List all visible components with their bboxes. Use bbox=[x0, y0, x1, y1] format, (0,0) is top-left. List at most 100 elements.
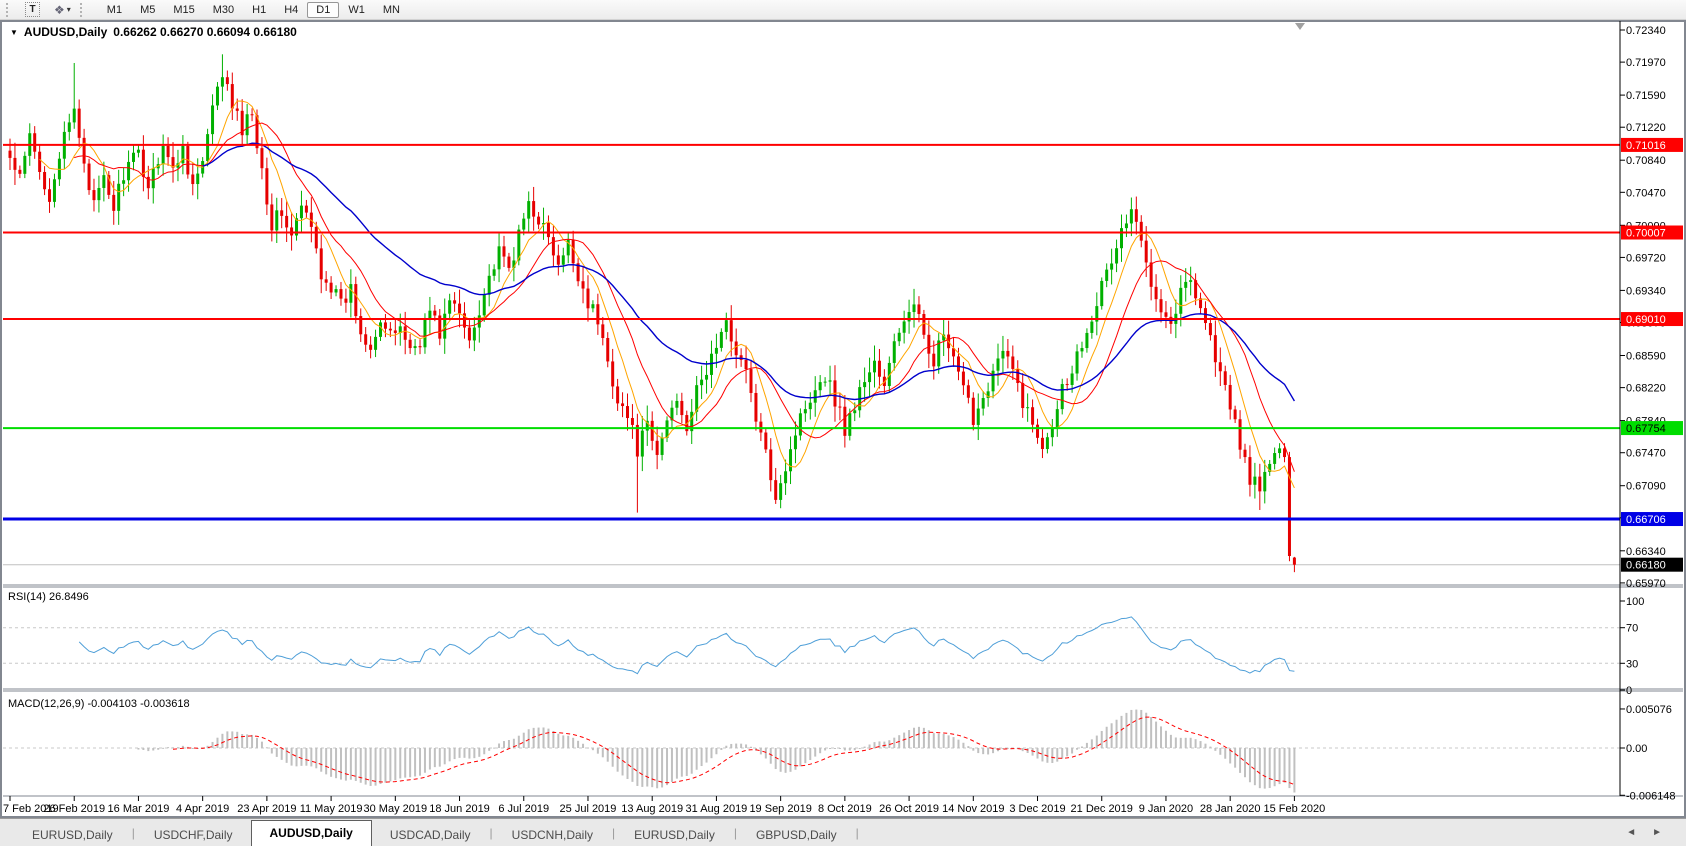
candle-body bbox=[102, 175, 105, 188]
candle-body bbox=[191, 174, 194, 184]
macd-bar bbox=[602, 748, 604, 757]
chart-tabbar: EURUSD,Daily|USDCHF,DailyAUDUSD,DailyUSD… bbox=[0, 818, 1686, 846]
candle-body bbox=[848, 413, 851, 436]
macd-bar bbox=[162, 748, 164, 749]
macd-bar bbox=[1244, 748, 1246, 777]
tabs-scroll-left-icon[interactable]: ◄ bbox=[1626, 827, 1636, 838]
macd-bar bbox=[671, 748, 673, 782]
candle-body bbox=[92, 190, 95, 200]
price-tick-label: 0.72340 bbox=[1626, 25, 1666, 37]
macd-bar bbox=[745, 744, 747, 748]
macd-bar bbox=[987, 748, 989, 754]
macd-bar bbox=[869, 745, 871, 748]
price-tick-label: 0.67470 bbox=[1626, 448, 1666, 460]
candle-body bbox=[853, 410, 856, 413]
macd-bar bbox=[1284, 748, 1286, 783]
macd-bar bbox=[577, 741, 579, 748]
candle-body bbox=[962, 372, 965, 386]
macd-bar bbox=[1130, 710, 1132, 748]
macd-bar bbox=[1279, 748, 1281, 784]
macd-bar bbox=[706, 748, 708, 763]
macd-bar bbox=[627, 748, 629, 779]
candle-body bbox=[1021, 383, 1024, 408]
macd-bar bbox=[1234, 748, 1236, 768]
candle-body bbox=[458, 304, 461, 314]
candle-body bbox=[152, 168, 155, 188]
macd-bar bbox=[488, 748, 490, 751]
macd-bar bbox=[1165, 731, 1167, 748]
chart-canvas[interactable]: 0.723400.719700.715900.712200.708400.704… bbox=[0, 0, 1686, 846]
candle-body bbox=[873, 361, 876, 373]
candle-body bbox=[364, 334, 367, 344]
macd-bar bbox=[730, 744, 732, 748]
candle-body bbox=[720, 332, 723, 348]
candle-body bbox=[1090, 322, 1093, 333]
date-tick-label: 18 Jun 2019 bbox=[429, 803, 490, 815]
candle-body bbox=[601, 324, 604, 338]
candle-body bbox=[305, 206, 308, 213]
macd-bar bbox=[483, 748, 485, 754]
price-tick-label: 0.71970 bbox=[1626, 57, 1666, 69]
candle-body bbox=[167, 146, 170, 157]
candle-body bbox=[1105, 270, 1108, 281]
macd-bar bbox=[493, 748, 495, 749]
chart-tab-audusd-2[interactable]: AUDUSD,Daily bbox=[251, 820, 372, 846]
macd-bar bbox=[157, 748, 159, 750]
macd-bar bbox=[1293, 748, 1295, 793]
tabs-scroll-right-icon[interactable]: ► bbox=[1652, 827, 1662, 838]
candle-body bbox=[750, 369, 753, 393]
macd-bar bbox=[819, 748, 821, 753]
candle-body bbox=[651, 421, 654, 441]
chart-tab-usdcnh-4[interactable]: USDCNH,Daily bbox=[494, 825, 611, 846]
macd-bar bbox=[434, 748, 436, 767]
chart-tab-gbpusd-6[interactable]: GBPUSD,Daily bbox=[738, 825, 855, 846]
candle-body bbox=[374, 337, 377, 350]
candle-body bbox=[1071, 373, 1074, 384]
collapse-arrow-icon[interactable]: ▼ bbox=[10, 28, 18, 37]
macd-bar bbox=[839, 748, 841, 749]
candle-body bbox=[547, 223, 550, 237]
candle-body bbox=[656, 441, 659, 455]
macd-bar bbox=[790, 748, 792, 772]
candle-body bbox=[591, 304, 594, 308]
candle-body bbox=[799, 413, 802, 435]
candle-body bbox=[251, 114, 254, 115]
macd-bar bbox=[1219, 748, 1221, 755]
macd-bar bbox=[612, 748, 614, 767]
macd-bar bbox=[681, 748, 683, 777]
macd-bar bbox=[256, 738, 258, 748]
candle-body bbox=[1253, 477, 1256, 485]
chart-tab-usdchf-1[interactable]: USDCHF,Daily bbox=[136, 825, 251, 846]
candle-body bbox=[557, 255, 560, 264]
macd-bar bbox=[1239, 748, 1241, 773]
candle-body bbox=[1110, 264, 1113, 270]
macd-bar bbox=[419, 748, 421, 776]
macd-bar bbox=[854, 748, 856, 750]
macd-bar bbox=[918, 727, 920, 748]
macd-bar bbox=[686, 748, 688, 776]
macd-bar bbox=[300, 748, 302, 766]
candle-body bbox=[300, 206, 303, 219]
price-tick-label: 0.69720 bbox=[1626, 252, 1666, 264]
macd-bar bbox=[967, 746, 969, 748]
chart-tab-eurusd-0[interactable]: EURUSD,Daily bbox=[14, 825, 131, 846]
macd-bar bbox=[305, 748, 307, 766]
date-tick-label: 28 Jan 2020 bbox=[1200, 803, 1261, 815]
bid-price-label: 0.66180 bbox=[1626, 560, 1666, 572]
candle-body bbox=[453, 300, 456, 303]
macd-bar bbox=[266, 747, 268, 748]
macd-bar bbox=[617, 748, 619, 772]
candle-body bbox=[1155, 287, 1158, 299]
macd-bar bbox=[804, 748, 806, 763]
candle-body bbox=[389, 329, 392, 331]
macd-bar bbox=[1091, 739, 1093, 748]
candle-body bbox=[320, 248, 323, 279]
macd-bar bbox=[429, 748, 431, 770]
macd-bar bbox=[641, 748, 643, 787]
chart-tab-eurusd-5[interactable]: EURUSD,Daily bbox=[616, 825, 733, 846]
tab-scroll-arrows: ◄ ► bbox=[1626, 827, 1662, 838]
candle-body bbox=[503, 246, 506, 256]
date-tick-label: 9 Jan 2020 bbox=[1139, 803, 1193, 815]
candle-body bbox=[216, 87, 219, 106]
chart-tab-usdcad-3[interactable]: USDCAD,Daily bbox=[372, 825, 489, 846]
